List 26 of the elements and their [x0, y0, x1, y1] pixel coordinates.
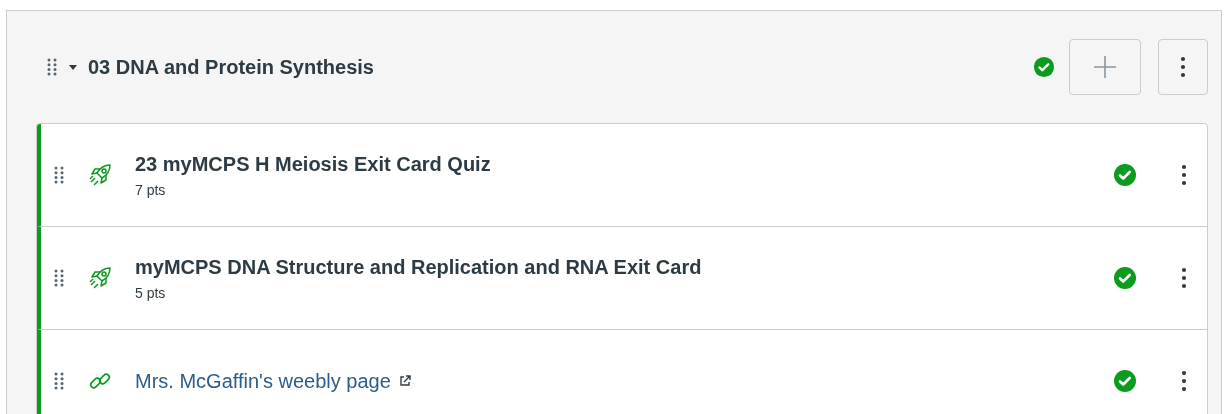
- caret-icon[interactable]: [68, 63, 78, 71]
- drag-handle-icon[interactable]: [53, 165, 65, 185]
- rocket-icon: [87, 162, 113, 188]
- more-options-icon[interactable]: [1181, 164, 1187, 186]
- module-title: 03 DNA and Protein Synthesis: [88, 55, 375, 79]
- more-options-icon[interactable]: [1181, 370, 1187, 392]
- plus-icon: [1092, 54, 1118, 80]
- module-item[interactable]: myMCPS DNA Structure and Replication and RNA Exit Card 5 pts: [37, 227, 1207, 330]
- external-link-icon: [398, 375, 411, 387]
- more-options-icon: [1180, 56, 1186, 78]
- item-points: 5 pts: [135, 284, 167, 301]
- item-title: 23 myMCPS H Meiosis Exit Card Quiz: [135, 152, 492, 176]
- drag-handle-icon[interactable]: [53, 268, 65, 288]
- published-check-icon[interactable]: [1033, 56, 1055, 78]
- published-check-icon[interactable]: [1113, 266, 1137, 290]
- rocket-icon: [87, 265, 113, 291]
- item-link[interactable]: Mrs. McGaffin's weebly page: [135, 369, 411, 393]
- more-options-icon[interactable]: [1181, 267, 1187, 289]
- drag-handle-icon[interactable]: [53, 371, 65, 391]
- module-item[interactable]: Mrs. McGaffin's weebly page: [37, 330, 1207, 414]
- published-check-icon[interactable]: [1113, 163, 1137, 187]
- module-item[interactable]: 23 myMCPS H Meiosis Exit Card Quiz 7 pts: [37, 124, 1207, 227]
- item-title: myMCPS DNA Structure and Replication and RNA Exit Card: [135, 255, 703, 279]
- published-check-icon[interactable]: [1113, 369, 1137, 393]
- item-points: 7 pts: [135, 181, 167, 198]
- drag-handle-icon[interactable]: [46, 57, 58, 77]
